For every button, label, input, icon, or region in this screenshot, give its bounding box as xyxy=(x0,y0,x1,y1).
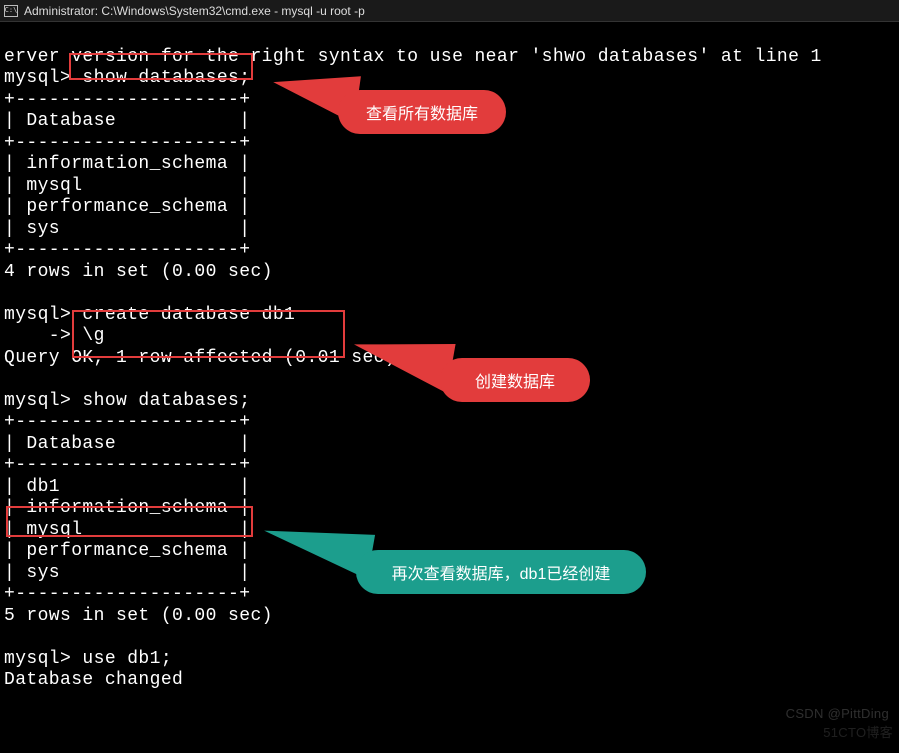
prompt: mysql> xyxy=(4,305,71,325)
row-mysql: | mysql | xyxy=(4,176,250,196)
row-information-schema: | information_schema | xyxy=(4,154,250,174)
prompt: mysql> xyxy=(4,391,71,411)
rows-5: 5 rows in set (0.00 sec) xyxy=(4,606,273,626)
query-ok: Query OK, 1 row affected (0.01 sec) xyxy=(4,348,396,368)
callout-text: 再次查看数据库，db1已经创建 xyxy=(392,560,611,584)
table-border: +--------------------+ xyxy=(4,133,250,153)
cmd-g: \g xyxy=(71,326,105,346)
rows-4: 4 rows in set (0.00 sec) xyxy=(4,262,273,282)
window-title: Administrator: C:\Windows\System32\cmd.e… xyxy=(24,4,365,18)
callout-create-db: 创建数据库 xyxy=(440,358,590,402)
watermark-csdn: CSDN @PittDing xyxy=(786,706,889,721)
cont-prompt: -> xyxy=(4,326,71,346)
cmd-icon: C:\ xyxy=(4,5,18,17)
table-border: +--------------------+ xyxy=(4,90,250,110)
table-border: +--------------------+ xyxy=(4,240,250,260)
table-header: | Database | xyxy=(4,111,250,131)
watermark-51cto: 51CTO博客 xyxy=(823,722,893,741)
row-information-schema: | information_schema | xyxy=(4,498,250,518)
cmd-show-databases-2: show databases; xyxy=(71,391,250,411)
cmd-show-databases: show databases; xyxy=(71,68,250,88)
cmd-create-db1: create database db1 xyxy=(71,305,295,325)
table-border: +--------------------+ xyxy=(4,412,250,432)
callout-text: 创建数据库 xyxy=(475,368,555,392)
row-mysql: | mysql | xyxy=(4,520,250,540)
cmd-use-db1: use db1; xyxy=(71,649,172,669)
row-performance-schema: | performance_schema | xyxy=(4,197,250,217)
table-border: +--------------------+ xyxy=(4,455,250,475)
callout-recheck: 再次查看数据库，db1已经创建 xyxy=(356,550,646,594)
table-header: | Database | xyxy=(4,434,250,454)
window-titlebar: C:\ Administrator: C:\Windows\System32\c… xyxy=(0,0,899,22)
callout-show-all: 查看所有数据库 xyxy=(338,90,506,134)
row-performance-schema: | performance_schema | xyxy=(4,541,250,561)
table-border: +--------------------+ xyxy=(4,584,250,604)
row-db1: | db1 | xyxy=(4,477,250,497)
error-line: erver version for the right syntax to us… xyxy=(4,47,822,67)
prompt: mysql> xyxy=(4,649,71,669)
row-sys: | sys | xyxy=(4,219,250,239)
callout-text: 查看所有数据库 xyxy=(366,100,478,124)
database-changed: Database changed xyxy=(4,670,183,690)
row-sys: | sys | xyxy=(4,563,250,583)
prompt: mysql> xyxy=(4,68,71,88)
